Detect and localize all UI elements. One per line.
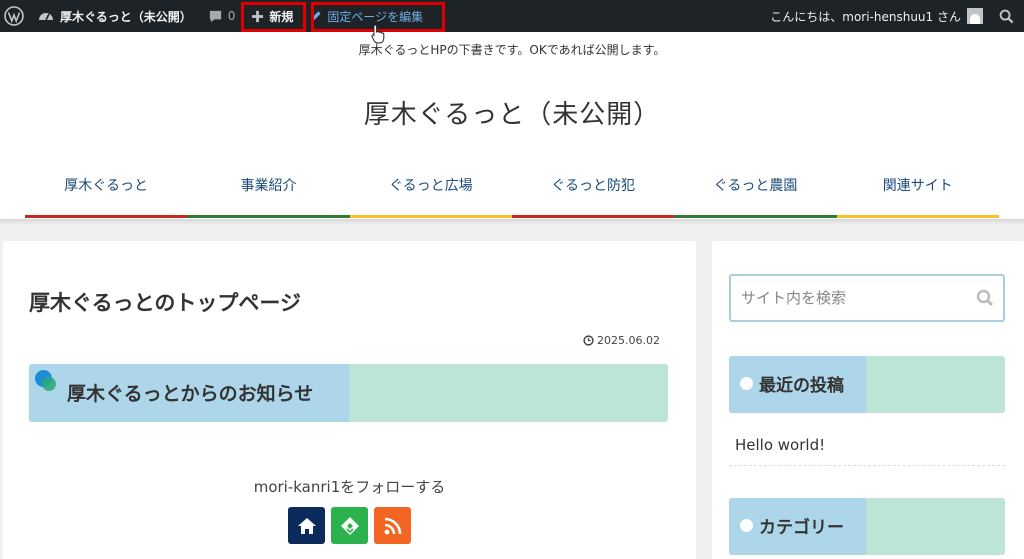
site-name-label: 厚木ぐるっと（未公開） [60, 9, 192, 24]
sidebar: 最近の投稿 Hello world! カテゴリー [712, 241, 1024, 559]
page-title: 厚木ぐるっとのトップページ [29, 291, 301, 315]
nav-item-plaza[interactable]: ぐるっと広場 [349, 168, 513, 218]
follow-buttons [288, 507, 411, 544]
recent-posts-title: 最近の投稿 [759, 376, 844, 396]
notice-title: 厚木ぐるっとからのお知らせ [67, 383, 314, 405]
plus-icon [252, 10, 264, 22]
main-content: 厚木ぐるっとのトップページ 2025.06.02 厚木ぐるっとからのお知らせ m… [3, 241, 696, 559]
site-title[interactable]: 厚木ぐるっと（未公開） [0, 94, 1024, 131]
follow-text: mori-kanri1をフォローする [253, 478, 446, 496]
nav-item-crime-prevention[interactable]: ぐるっと防犯 [511, 168, 675, 218]
recent-posts-heading: 最近の投稿 [729, 356, 1005, 413]
post-date-value: 2025.06.02 [597, 334, 660, 347]
admin-bar: 厚木ぐるっと（未公開） 0 新規 固定ページを編集 こんにちは、mori-hen… [0, 0, 1024, 32]
post-date: 2025.06.02 [583, 334, 660, 347]
divider [729, 465, 1005, 466]
heading-dot-green [42, 377, 56, 391]
avatar [967, 8, 983, 24]
header-shadow [0, 219, 1024, 225]
comments-menu[interactable]: 0 [200, 0, 244, 32]
wordpress-icon [4, 6, 24, 26]
clock-icon [583, 335, 594, 346]
new-content-menu[interactable]: 新規 [243, 0, 301, 32]
search-input[interactable] [731, 276, 967, 320]
home-icon [297, 517, 316, 534]
notice-heading: 厚木ぐるっとからのお知らせ [29, 364, 668, 422]
site-header: 厚木ぐるっとHPの下書きです。OKであれば公開します。 厚木ぐるっと（未公開） … [0, 32, 1024, 219]
heading-dot [740, 377, 753, 390]
nav-item-related-sites[interactable]: 関連サイト [836, 168, 1000, 218]
feedly-icon [340, 516, 359, 535]
my-account-menu[interactable]: こんにちは、mori-henshuu1 さん [762, 0, 991, 32]
comment-icon [209, 10, 221, 22]
search-icon[interactable] [976, 289, 994, 307]
pencil-icon [311, 10, 322, 21]
edit-page-menu[interactable]: 固定ページを編集 [301, 0, 431, 32]
sidebar-search [729, 274, 1005, 322]
home-button[interactable] [288, 507, 325, 544]
admin-bar-search[interactable] [991, 0, 1024, 32]
comments-count: 0 [227, 9, 236, 23]
site-name-menu[interactable]: 厚木ぐるっと（未公開） [30, 0, 200, 32]
wp-logo-menu[interactable] [0, 0, 30, 32]
edit-page-label: 固定ページを編集 [327, 9, 424, 24]
global-nav: 厚木ぐるっと 事業紹介 ぐるっと広場 ぐるっと防犯 ぐるっと農園 関連サイト [25, 168, 1000, 218]
site-tagline: 厚木ぐるっとHPの下書きです。OKであれば公開します。 [358, 43, 666, 57]
categories-title: カテゴリー [759, 518, 844, 538]
nav-item-business[interactable]: 事業紹介 [187, 168, 350, 218]
howdy-label: こんにちは、mori-henshuu1 さん [770, 9, 961, 24]
mouse-cursor-icon [371, 24, 385, 44]
admin-bar-secondary: こんにちは、mori-henshuu1 さん [762, 0, 1024, 32]
new-label: 新規 [269, 9, 294, 24]
recent-post-link[interactable]: Hello world! [735, 436, 825, 454]
nav-item-farm[interactable]: ぐるっと農園 [674, 168, 837, 218]
heading-dot [740, 519, 753, 532]
nav-item-atsugi-gurutto[interactable]: 厚木ぐるっと [25, 168, 188, 218]
categories-heading: カテゴリー [729, 498, 1005, 555]
feedly-button[interactable] [331, 507, 368, 544]
search-icon [999, 9, 1014, 23]
rss-button[interactable] [374, 507, 411, 544]
dashboard-icon [39, 13, 53, 21]
rss-icon [384, 517, 401, 534]
